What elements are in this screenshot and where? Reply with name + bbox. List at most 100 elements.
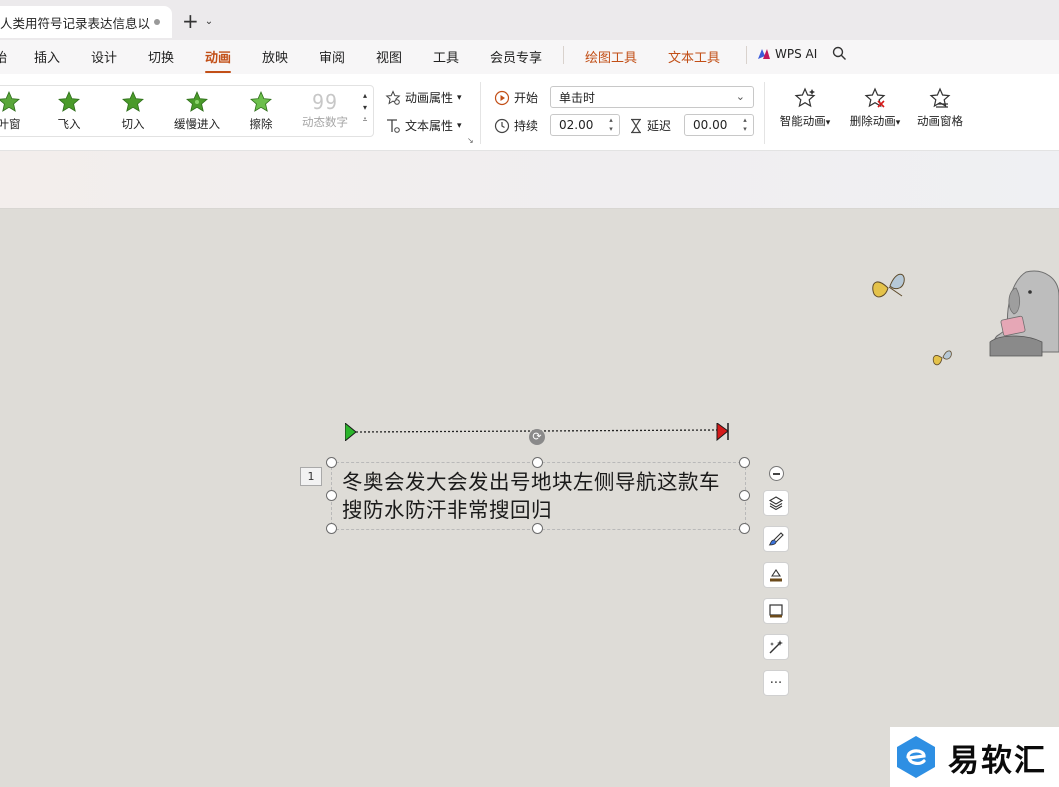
chevron-down-icon: ▾ [457,92,462,103]
menu-divider [563,46,564,64]
text-properties-button[interactable]: 文本属性 ▾ [385,117,462,134]
more-button[interactable]: ··· [763,670,789,696]
animation-properties-button[interactable]: 动画属性 ▾ [385,89,462,106]
tab-drawing-tools[interactable]: 绘图工具 [585,47,637,66]
start-trigger-value: 单击时 [559,90,596,105]
rotate-handle-icon[interactable]: ⟳ [529,429,545,445]
animation-pane-button[interactable]: 动画窗格 [912,86,968,129]
effects-button[interactable] [763,634,789,660]
delay-value: 00.00 [693,118,728,132]
path-end-marker-icon[interactable] [716,423,729,441]
chevron-up-icon[interactable]: ▴ [360,90,370,102]
effect-blinds[interactable]: 叶窗 [0,90,39,132]
green-star-icon [0,91,20,112]
delay-input[interactable]: 00.00 ▴ ▾ [684,114,754,136]
collapse-icon[interactable] [769,466,784,481]
hourglass-icon [631,118,641,133]
wps-ai-button[interactable]: WPS AI [757,47,817,61]
butterfly-icon [872,273,905,298]
chevron-down-icon: ▾ [895,118,901,128]
gallery-scroll[interactable]: ▴ ▾ ⩡ [360,90,370,126]
delay-label-group: 延迟 [629,117,671,134]
effect-label: 切入 [121,117,145,131]
tab-animation[interactable]: 动画 [205,47,232,73]
layers-button[interactable] [763,490,789,516]
effect-peek-in[interactable]: 切入 [103,90,163,132]
gallery-expand-icon[interactable]: ⩡ [360,114,370,126]
elephant-illustration-icon [989,270,1059,357]
tab-tools[interactable]: 工具 [433,47,459,66]
smart-star-icon [794,87,816,108]
green-star-icon [122,91,144,112]
dialog-launcher-icon[interactable]: ↘ [467,136,474,145]
watermark-text: 易软汇 [948,742,1047,779]
resize-handle[interactable] [739,457,750,468]
ribbon-divider [764,82,765,144]
effect-crawl-in[interactable]: 缓慢进入 [167,90,227,132]
resize-handle[interactable] [532,457,543,468]
start-label: 开始 [514,91,539,105]
document-tab[interactable]: 人类用符号记录表达信息以 [0,6,172,38]
text-properties-label: 文本属性 [405,119,454,133]
effect-fly-in[interactable]: 飞入 [39,90,99,132]
tab-member[interactable]: 会员专享 [490,47,542,66]
delete-animation-button[interactable]: 删除动画▾ [844,86,906,129]
resize-handle[interactable] [739,523,750,534]
clock-icon [494,118,510,133]
green-star-icon [58,91,80,112]
chevron-down-icon[interactable]: ▾ [360,102,370,114]
effect-label: 缓慢进入 [174,117,220,131]
effect-label: 叶窗 [0,117,21,131]
tab-insert[interactable]: 插入 [34,47,60,66]
site-watermark: 易软汇 [890,727,1059,787]
text-box-content[interactable]: 冬奥会发大会发出号地块左侧导航这款车搜防水防汗非常搜回归 [342,468,737,524]
resize-handle[interactable] [326,490,337,501]
tab-design[interactable]: 设计 [91,47,117,66]
document-tab-title: 人类用符号记录表达信息以 [0,15,150,31]
wps-ai-label: WPS AI [775,47,818,61]
chevron-down-icon: ▾ [457,120,462,131]
smart-animation-label: 智能动画 [779,114,826,128]
tab-review[interactable]: 审阅 [319,47,345,66]
plus-icon: + [182,9,199,33]
path-start-marker-icon[interactable] [345,423,357,441]
tab-start[interactable]: 始 [0,47,7,66]
effect-label: 擦除 [249,117,273,131]
unsaved-dot-icon[interactable] [154,19,160,25]
format-brush-button[interactable] [763,526,789,552]
resize-handle[interactable] [326,457,337,468]
start-trigger-select[interactable]: 单击时 ⌄ [550,86,754,108]
animation-pane-label: 动画窗格 [917,114,963,128]
resize-handle[interactable] [326,523,337,534]
search-button[interactable] [832,46,847,65]
tab-view[interactable]: 视图 [376,47,402,66]
fill-button[interactable] [763,562,789,588]
resize-handle[interactable] [739,490,750,501]
delete-star-icon [864,87,886,108]
green-star-icon [186,91,208,112]
brush-icon [768,532,784,546]
duration-spinner[interactable]: ▴ ▾ [606,116,616,134]
dynamic-number-icon: 99 [311,90,339,114]
smart-animation-button[interactable]: 智能动画▾ [774,86,836,129]
layers-icon [768,496,784,511]
green-star-icon [250,91,272,112]
tab-slideshow[interactable]: 放映 [262,47,288,66]
outline-button[interactable] [763,598,789,624]
tab-transition[interactable]: 切换 [148,47,174,66]
fill-icon [770,569,782,582]
chevron-down-icon: ▾ [825,118,831,128]
resize-handle[interactable] [532,523,543,534]
chevron-down-icon: ⌄ [204,15,214,27]
effect-wipe[interactable]: 擦除 [231,90,291,132]
chevron-down-icon: ⌄ [735,90,745,103]
duration-input[interactable]: 02.00 ▴ ▾ [550,114,620,136]
new-tab-button[interactable]: + ⌄ [182,9,214,33]
watermark-logo-icon [897,736,935,778]
animation-order-tag[interactable]: 1 [300,467,322,486]
tab-text-tools[interactable]: 文本工具 [668,47,720,66]
selected-text-box[interactable]: 冬奥会发大会发出号地块左侧导航这款车搜防水防汗非常搜回归 [331,462,746,530]
frame-icon [769,604,783,618]
search-icon [832,46,846,60]
delay-spinner[interactable]: ▴ ▾ [740,116,750,134]
